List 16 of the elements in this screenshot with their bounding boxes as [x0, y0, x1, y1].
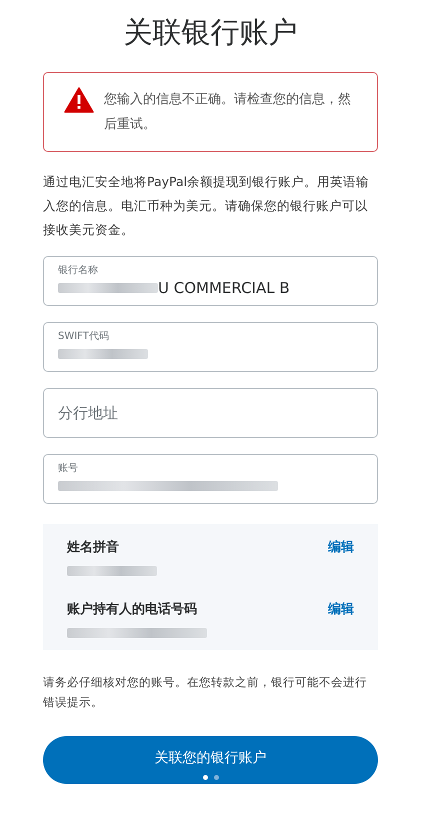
- edit-link[interactable]: 编辑: [328, 538, 354, 556]
- warning-icon: [64, 87, 94, 113]
- link-bank-button[interactable]: 关联您的银行账户: [43, 736, 378, 784]
- intro-text: 通过电汇安全地将PayPal余额提现到银行账户。用英语输入您的信息。电汇币种为美元。请确保您的银行账户可以接收美元资金。: [43, 173, 370, 239]
- error-message: 您输入的信息不正确。请检查您的信息，然后重试。: [104, 91, 352, 134]
- note-text: 请务必仔细核对您的账号。在您转款之前，银行可能不会进行错误提示。: [43, 674, 368, 711]
- edit-link[interactable]: 编辑: [328, 600, 354, 618]
- swift-code-field[interactable]: SWIFT代码: [43, 322, 378, 372]
- bank-name-field[interactable]: 银行名称 U COMMERCIAL B: [43, 256, 378, 306]
- detail-label: 姓名拼音: [67, 538, 119, 556]
- branch-address-field[interactable]: 分行地址: [43, 388, 378, 438]
- page-title: 关联银行账户: [122, 14, 298, 51]
- page-dot[interactable]: [202, 775, 208, 780]
- detail-label: 账户持有人的电话号码: [67, 600, 197, 618]
- page-dot[interactable]: [214, 775, 218, 780]
- account-number-field[interactable]: 账号: [43, 454, 378, 504]
